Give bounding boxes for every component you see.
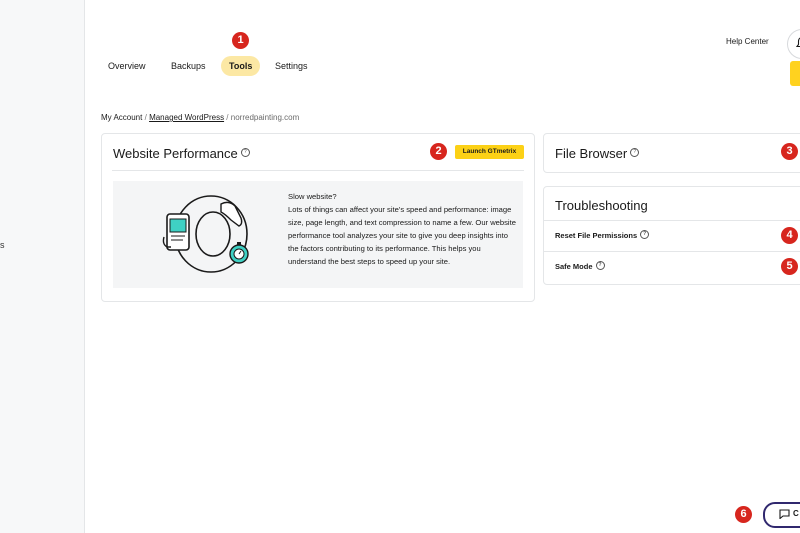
breadcrumb-current-site: norredpainting.com [230, 113, 300, 122]
sidebar-item-fragment[interactable]: s [0, 240, 5, 250]
annotation-badge-3: 3 [781, 143, 798, 160]
website-performance-title: Website Performance [113, 146, 238, 161]
tab-settings[interactable]: Settings [267, 56, 316, 76]
file-browser-title: File Browser [555, 146, 628, 161]
divider [112, 170, 524, 171]
annotation-badge-1: 1 [232, 32, 249, 49]
file-browser-heading: File Browser? [555, 146, 640, 161]
divider [544, 251, 800, 252]
performance-illustration [162, 195, 249, 273]
breadcrumb-managed-wordpress[interactable]: Managed WordPress [149, 113, 224, 122]
chat-label: C [793, 509, 799, 518]
website-performance-card: Website Performance? Launch GTmetrix Slo… [101, 133, 535, 302]
divider [544, 220, 800, 221]
website-performance-description: Slow website? Lots of things can affect … [288, 190, 518, 268]
tab-backups[interactable]: Backups [163, 56, 214, 76]
reset-file-permissions-row[interactable]: Reset File Permissions? [555, 229, 650, 241]
annotation-badge-2: 2 [430, 143, 447, 160]
safe-mode-row[interactable]: Safe Mode? [555, 260, 605, 272]
info-icon[interactable]: ? [595, 260, 605, 270]
hand-icon [220, 201, 243, 227]
bell-icon [795, 37, 800, 48]
info-icon[interactable]: ? [640, 229, 650, 239]
performance-subheading: Slow website? [288, 192, 337, 201]
annotation-badge-5: 5 [781, 258, 798, 275]
chat-icon [779, 509, 790, 519]
info-icon[interactable]: ? [240, 148, 250, 158]
tab-overview[interactable]: Overview [100, 56, 154, 76]
troubleshooting-title: Troubleshooting [555, 198, 648, 213]
sidebar: s [0, 0, 85, 533]
reset-file-permissions-label: Reset File Permissions [555, 231, 638, 240]
file-browser-card[interactable]: File Browser? [543, 133, 800, 173]
breadcrumb-my-account[interactable]: My Account [101, 113, 142, 122]
annotation-badge-6: 6 [735, 506, 752, 523]
troubleshooting-card: Troubleshooting Reset File Permissions? … [543, 186, 800, 285]
tab-tools[interactable]: Tools [221, 56, 261, 76]
info-icon[interactable]: ? [630, 148, 640, 158]
breadcrumb-separator: / [226, 113, 229, 122]
help-center-link[interactable]: Help Center [726, 37, 769, 46]
chat-button[interactable]: C [763, 502, 800, 528]
notifications-button[interactable] [787, 29, 800, 59]
performance-body: Lots of things can affect your site's sp… [288, 205, 516, 266]
annotation-badge-4: 4 [781, 227, 798, 244]
breadcrumb: My Account / Managed WordPress / norredp… [101, 113, 299, 122]
website-performance-panel: Slow website? Lots of things can affect … [113, 181, 523, 288]
phone-icon [162, 213, 190, 251]
breadcrumb-separator: / [144, 113, 147, 122]
primary-action-button[interactable] [790, 61, 800, 86]
launch-gtmetrix-button[interactable]: Launch GTmetrix [455, 145, 524, 159]
safe-mode-label: Safe Mode [555, 262, 593, 271]
website-performance-heading: Website Performance? [113, 146, 250, 161]
